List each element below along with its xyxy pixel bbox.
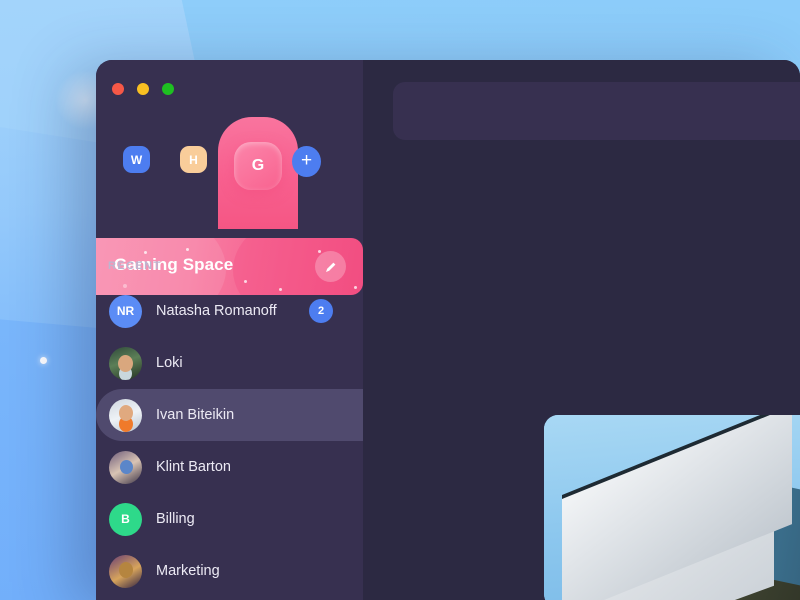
workspace-w[interactable]: W — [123, 146, 150, 173]
list-item-label: Natasha Romanoff — [156, 303, 277, 319]
recent-list: NR Natasha Romanoff 2 Loki Ivan Biteikin… — [96, 285, 381, 597]
status-badge: 2 — [309, 299, 333, 323]
content-header-bar: Ivan B — [393, 82, 800, 140]
sparkle — [144, 251, 147, 254]
list-item[interactable]: B Billing — [96, 493, 381, 545]
sparkle — [244, 280, 247, 283]
sparkle — [318, 250, 321, 253]
avatar — [109, 554, 142, 588]
avatar — [109, 346, 142, 380]
main-content: Ivan B Fri, — [363, 60, 800, 600]
minimize-icon[interactable] — [137, 83, 149, 95]
list-item[interactable]: Klint Barton — [96, 441, 381, 493]
list-item-label: Ivan Biteikin — [156, 407, 235, 423]
add-workspace-button[interactable]: + — [292, 146, 321, 177]
sparkle — [186, 248, 189, 251]
workspace-h[interactable]: H — [180, 146, 207, 173]
close-icon[interactable] — [112, 83, 124, 95]
message-photo-card[interactable] — [544, 415, 800, 600]
list-item[interactable]: Marketing — [96, 545, 381, 597]
app-window: W H G + Gaming Space RECENT NR Natasha R… — [96, 60, 800, 600]
avatar: B — [109, 502, 142, 536]
avatar — [109, 398, 142, 432]
avatar — [109, 450, 142, 484]
list-item-label: Marketing — [156, 563, 220, 579]
screen: W H G + Gaming Space RECENT NR Natasha R… — [0, 0, 800, 600]
wallpaper-dot — [40, 357, 47, 364]
list-item-selected[interactable]: Ivan Biteikin — [96, 389, 377, 441]
list-item-label: Klint Barton — [156, 459, 231, 475]
list-item[interactable]: NR Natasha Romanoff 2 — [96, 285, 381, 337]
sidebar: W H G + Gaming Space RECENT NR Natasha R… — [96, 60, 377, 600]
list-item[interactable]: Loki — [96, 337, 381, 389]
window-controls[interactable] — [112, 83, 174, 95]
edit-space-button[interactable] — [315, 251, 346, 282]
recent-section-label: RECENT — [108, 260, 162, 272]
list-item-label: Billing — [156, 511, 195, 527]
workspace-switcher: W H G + — [96, 138, 363, 190]
workspace-g[interactable]: G — [234, 142, 282, 190]
avatar: NR — [109, 294, 142, 328]
maximize-icon[interactable] — [162, 83, 174, 95]
list-item-label: Loki — [156, 355, 183, 371]
pencil-icon — [325, 262, 335, 272]
